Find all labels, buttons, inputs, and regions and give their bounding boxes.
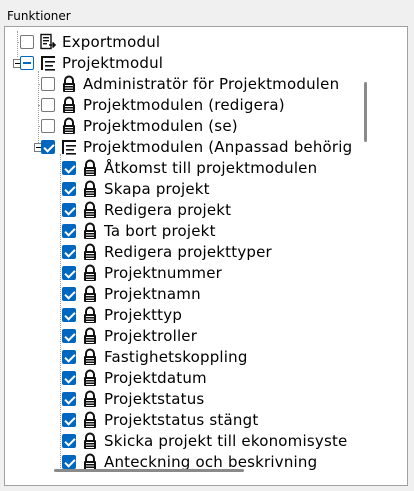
export-module-icon xyxy=(39,33,57,51)
functions-tree[interactable]: Exportmodul Projektmodul Administratör för… xyxy=(5,27,360,473)
tree-item-checkbox[interactable] xyxy=(62,265,76,280)
tree-item-checkbox[interactable] xyxy=(62,370,76,385)
tree-item[interactable]: Projektdatum xyxy=(62,367,207,388)
tree-item-checkbox[interactable] xyxy=(62,433,76,448)
horizontal-scrollbar-thumb[interactable] xyxy=(54,469,244,472)
tree-item-checkbox[interactable] xyxy=(62,202,76,217)
tree-item-label: Projektroller xyxy=(104,326,198,345)
tree-item[interactable]: Projektmodulen (Anpassad behörig xyxy=(41,136,352,157)
lock-icon xyxy=(81,243,99,261)
tree-item-label: Redigera projekt xyxy=(104,200,232,219)
lock-icon xyxy=(81,390,99,408)
tree-item-label: Anteckning och beskrivning xyxy=(104,452,318,471)
tree-item-checkbox[interactable] xyxy=(62,160,76,175)
lock-icon xyxy=(81,306,99,324)
tree-item-label: Projektmodulen (Anpassad behörig xyxy=(83,137,353,156)
tree-item[interactable]: Redigera projekttyper xyxy=(62,241,272,262)
tree-item[interactable]: Skapa projekt xyxy=(62,178,210,199)
tree-item-label: Exportmodul xyxy=(62,32,161,51)
tree-item-checkbox[interactable] xyxy=(41,97,55,112)
lock-icon xyxy=(81,453,99,471)
lock-icon xyxy=(81,348,99,366)
tree-item[interactable]: Skicka projekt till ekonomisyste xyxy=(62,430,347,451)
tree-item-label: Projektstatus xyxy=(104,389,205,408)
tree-item[interactable]: Projektstatus stängt xyxy=(62,409,258,430)
lock-icon xyxy=(81,432,99,450)
tree-item-checkbox[interactable] xyxy=(62,244,76,259)
lock-icon xyxy=(81,411,99,429)
tree-item[interactable]: Projektnamn xyxy=(62,283,201,304)
tree-item-label: Ta bort projekt xyxy=(104,221,216,240)
lock-icon xyxy=(81,285,99,303)
lock-icon xyxy=(60,117,78,135)
tree-item-label: Projektmodul xyxy=(62,53,164,72)
list-module-icon xyxy=(39,54,57,72)
lock-icon xyxy=(81,264,99,282)
tree-item[interactable]: Exportmodul xyxy=(20,31,160,52)
tree-item[interactable]: Ta bort projekt xyxy=(62,220,216,241)
tree-item-label: Administratör för Projektmodulen xyxy=(83,74,340,93)
tree-item[interactable]: Projektmodulen (redigera) xyxy=(41,94,285,115)
vertical-scrollbar-thumb[interactable] xyxy=(364,82,367,142)
tree-item-checkbox[interactable] xyxy=(62,412,76,427)
tree-item-label: Redigera projekttyper xyxy=(104,242,272,261)
lock-icon xyxy=(81,180,99,198)
tree-item[interactable]: Projektroller xyxy=(62,325,197,346)
lock-icon xyxy=(60,96,78,114)
lock-icon xyxy=(81,222,99,240)
tree-item-label: Projekttyp xyxy=(104,305,183,324)
tree-item-checkbox[interactable] xyxy=(62,349,76,364)
tree-item-checkbox[interactable] xyxy=(41,76,55,91)
tree-item-checkbox[interactable] xyxy=(41,139,55,154)
tree-item-label: Skicka projekt till ekonomisyste xyxy=(104,431,348,450)
tree-item-label: Projektmodulen (redigera) xyxy=(83,95,285,114)
lock-icon xyxy=(81,159,99,177)
tree-item-checkbox[interactable] xyxy=(62,454,76,469)
tree-item-label: Projektnamn xyxy=(104,284,201,303)
tree-item[interactable]: Administratör för Projektmodulen xyxy=(41,73,339,94)
tree-item[interactable]: Åtkomst till projektmodulen xyxy=(62,157,317,178)
lock-icon xyxy=(81,369,99,387)
tree-item-label: Projektstatus stängt xyxy=(104,410,259,429)
tree-item-label: Fastighetskoppling xyxy=(104,347,248,366)
list-module-icon xyxy=(60,138,78,156)
tree-item-checkbox[interactable] xyxy=(20,55,34,70)
tree-item[interactable]: Fastighetskoppling xyxy=(62,346,248,367)
tree-item[interactable]: Projekttyp xyxy=(62,304,182,325)
lock-icon xyxy=(81,201,99,219)
tree-item-checkbox[interactable] xyxy=(62,223,76,238)
tree-item-label: Projektmodulen (se) xyxy=(83,116,238,135)
tree-item[interactable]: Projektmodulen (se) xyxy=(41,115,238,136)
tree-item-checkbox[interactable] xyxy=(20,34,34,49)
tree-item[interactable]: Projektstatus xyxy=(62,388,204,409)
lock-icon xyxy=(60,75,78,93)
lock-icon xyxy=(81,327,99,345)
tree-item-label: Projektnummer xyxy=(104,263,222,282)
tree-item-checkbox[interactable] xyxy=(62,391,76,406)
tree-item-checkbox[interactable] xyxy=(62,286,76,301)
tree-item-checkbox[interactable] xyxy=(41,118,55,133)
tree-item[interactable]: Projektnummer xyxy=(62,262,222,283)
tree-item-label: Projektdatum xyxy=(104,368,207,387)
panel-title: Funktioner xyxy=(7,9,71,23)
tree-item[interactable]: Redigera projekt xyxy=(62,199,231,220)
tree-item-label: Skapa projekt xyxy=(104,179,210,198)
tree-item-checkbox[interactable] xyxy=(62,328,76,343)
tree-item-label: Åtkomst till projektmodulen xyxy=(104,158,318,177)
tree-item[interactable]: Projektmodul xyxy=(20,52,163,73)
tree-item-checkbox[interactable] xyxy=(62,307,76,322)
tree-item-checkbox[interactable] xyxy=(62,181,76,196)
